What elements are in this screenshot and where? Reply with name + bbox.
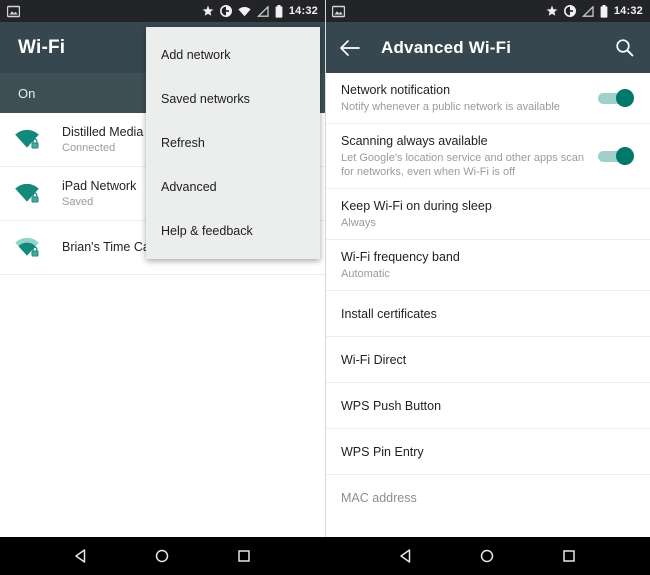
network-status: Saved	[62, 195, 94, 208]
setting-title: Keep Wi-Fi on during sleep	[341, 199, 492, 213]
setting-texts: Wi-Fi frequency band Automatic	[341, 249, 634, 281]
signal-icon	[581, 5, 594, 17]
triangle-back-icon	[400, 549, 411, 563]
setting-texts: Install certificates	[341, 306, 634, 322]
back-button[interactable]	[395, 545, 417, 567]
left-phone-panel: 14:32 Wi-Fi On Distilled Media Connected…	[0, 0, 325, 537]
circle-home-icon	[481, 549, 494, 563]
list-item-texts: iPad Network Saved	[62, 179, 136, 209]
setting-texts: Scanning always available Let Google's l…	[341, 133, 588, 179]
status-bar-right-icons-left-panel: 14:32	[202, 4, 318, 18]
do-not-disturb-icon	[219, 5, 232, 17]
recents-button[interactable]	[558, 545, 580, 567]
toggle-thumb	[616, 147, 634, 165]
back-button[interactable]	[70, 545, 92, 567]
triangle-back-icon	[75, 549, 86, 563]
screenshot-root: 14:32 Wi-Fi On Distilled Media Connected…	[0, 0, 650, 575]
status-bar-clock: 14:32	[288, 5, 318, 17]
menu-item-saved-networks[interactable]: Saved networks	[146, 77, 320, 121]
nav-bar-right	[325, 537, 650, 575]
back-arrow-icon[interactable]	[339, 39, 361, 57]
menu-item-add-network[interactable]: Add network	[146, 33, 320, 77]
page-title: Advanced Wi-Fi	[381, 37, 512, 57]
wifi-icon	[238, 6, 251, 16]
setting-row-wps-push-button[interactable]: WPS Push Button	[325, 383, 650, 429]
network-name: iPad Network	[62, 178, 137, 193]
status-bar-left: 14:32	[0, 0, 325, 22]
battery-icon	[275, 4, 283, 18]
home-button[interactable]	[476, 545, 498, 567]
setting-texts: MAC address	[341, 490, 634, 506]
setting-row-mac-address[interactable]: MAC address	[325, 475, 650, 521]
setting-row-install-certificates[interactable]: Install certificates	[325, 291, 650, 337]
status-bar-left-icons	[7, 5, 20, 18]
setting-texts: Wi-Fi Direct	[341, 352, 634, 368]
setting-subtitle: Let Google's location service and other …	[341, 152, 585, 178]
square-recents-icon	[563, 550, 575, 562]
advanced-settings-list: Network notification Notify whenever a p…	[325, 73, 650, 521]
setting-title: Scanning always available	[341, 134, 488, 148]
home-button[interactable]	[151, 545, 173, 567]
setting-subtitle: Always	[341, 217, 376, 229]
setting-row-wifi-frequency-band[interactable]: Wi-Fi frequency band Automatic	[325, 240, 650, 291]
square-recents-icon	[238, 550, 250, 562]
battery-icon	[600, 4, 608, 18]
star-icon	[202, 5, 214, 16]
toggle-switch-network-notification[interactable]	[598, 88, 634, 108]
wifi-switch-label: On	[18, 85, 36, 101]
setting-texts: WPS Push Button	[341, 398, 634, 414]
status-bar-right-icons: 14:32	[546, 4, 643, 18]
overflow-menu[interactable]: Add network Saved networks Refresh Advan…	[146, 27, 320, 259]
setting-row-network-notification[interactable]: Network notification Notify whenever a p…	[325, 73, 650, 124]
wifi-lock-icon	[14, 183, 52, 205]
signal-icon	[256, 5, 269, 17]
system-navigation-bar	[0, 537, 650, 575]
setting-row-wps-pin-entry[interactable]: WPS Pin Entry	[325, 429, 650, 475]
setting-texts: Keep Wi-Fi on during sleep Always	[341, 198, 634, 230]
menu-item-advanced[interactable]: Advanced	[146, 165, 320, 209]
wifi-lock-icon	[14, 237, 52, 259]
network-status: Connected	[62, 141, 116, 154]
setting-title: Install certificates	[341, 306, 437, 321]
setting-title: WPS Pin Entry	[341, 444, 424, 459]
recents-button[interactable]	[233, 545, 255, 567]
setting-title: Wi-Fi Direct	[341, 352, 407, 367]
wifi-lock-icon	[14, 129, 52, 151]
toggle-thumb	[616, 89, 634, 107]
setting-title: Network notification	[341, 83, 451, 97]
menu-item-help-feedback[interactable]: Help & feedback	[146, 209, 320, 253]
circle-home-icon	[156, 549, 169, 563]
nav-bar-left	[0, 537, 325, 575]
setting-title: Wi-Fi frequency band	[341, 250, 460, 264]
status-bar-left-icons-right-panel	[332, 5, 345, 18]
advanced-wifi-toolbar: Advanced Wi-Fi	[325, 22, 650, 73]
setting-subtitle: Notify whenever a public network is avai…	[341, 101, 560, 113]
setting-title: MAC address	[341, 490, 417, 505]
image-icon	[332, 5, 345, 17]
search-icon[interactable]	[615, 38, 634, 57]
setting-texts: WPS Pin Entry	[341, 444, 634, 460]
setting-title: WPS Push Button	[341, 398, 442, 413]
status-bar-clock: 14:32	[613, 5, 643, 17]
panel-divider	[325, 0, 326, 537]
page-title: Wi-Fi	[18, 36, 66, 58]
list-item-texts: Distilled Media Connected	[62, 125, 143, 155]
setting-subtitle: Automatic	[341, 268, 390, 280]
setting-row-keep-wifi-on-during-sleep[interactable]: Keep Wi-Fi on during sleep Always	[325, 189, 650, 240]
do-not-disturb-icon	[563, 5, 576, 17]
toggle-switch-scanning-always-available[interactable]	[598, 146, 634, 166]
menu-item-refresh[interactable]: Refresh	[146, 121, 320, 165]
image-icon	[7, 5, 20, 17]
status-bar-right: 14:32	[325, 0, 650, 22]
setting-texts: Network notification Notify whenever a p…	[341, 82, 588, 114]
setting-row-scanning-always-available[interactable]: Scanning always available Let Google's l…	[325, 124, 650, 189]
network-name: Distilled Media	[62, 124, 144, 139]
setting-row-wifi-direct[interactable]: Wi-Fi Direct	[325, 337, 650, 383]
star-icon	[546, 5, 558, 16]
right-phone-panel: 14:32 Advanced Wi-Fi Network notificatio…	[325, 0, 650, 537]
